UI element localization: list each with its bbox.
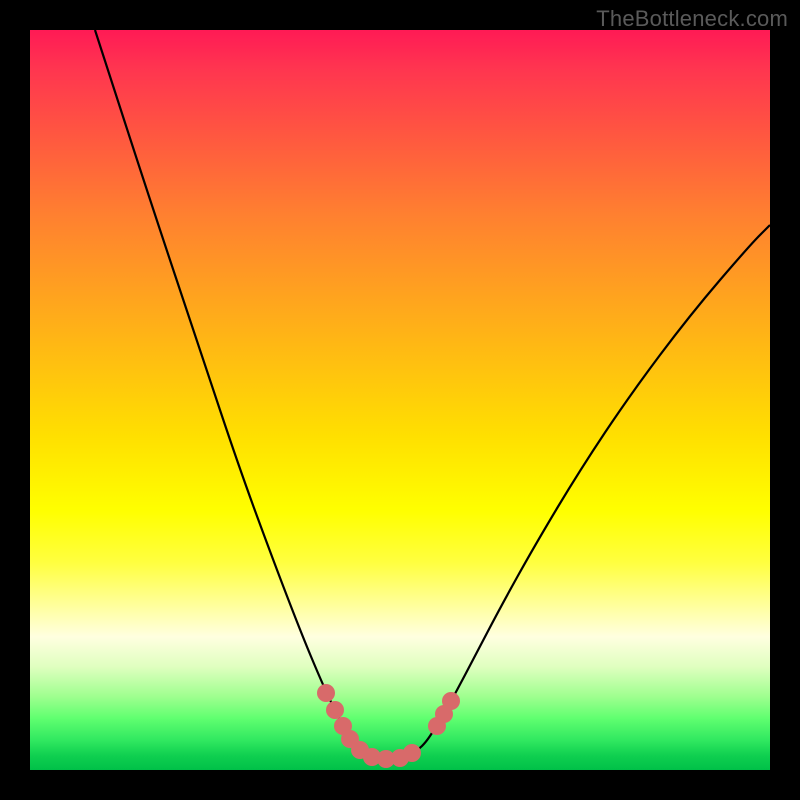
curve-marker [326,701,344,719]
curve-marker [403,744,421,762]
watermark-text: TheBottleneck.com [596,6,788,32]
chart-svg [30,30,770,770]
marker-group [317,684,460,768]
bottleneck-curve [95,30,770,759]
curve-marker [317,684,335,702]
chart-plot-area [30,30,770,770]
curve-marker [442,692,460,710]
